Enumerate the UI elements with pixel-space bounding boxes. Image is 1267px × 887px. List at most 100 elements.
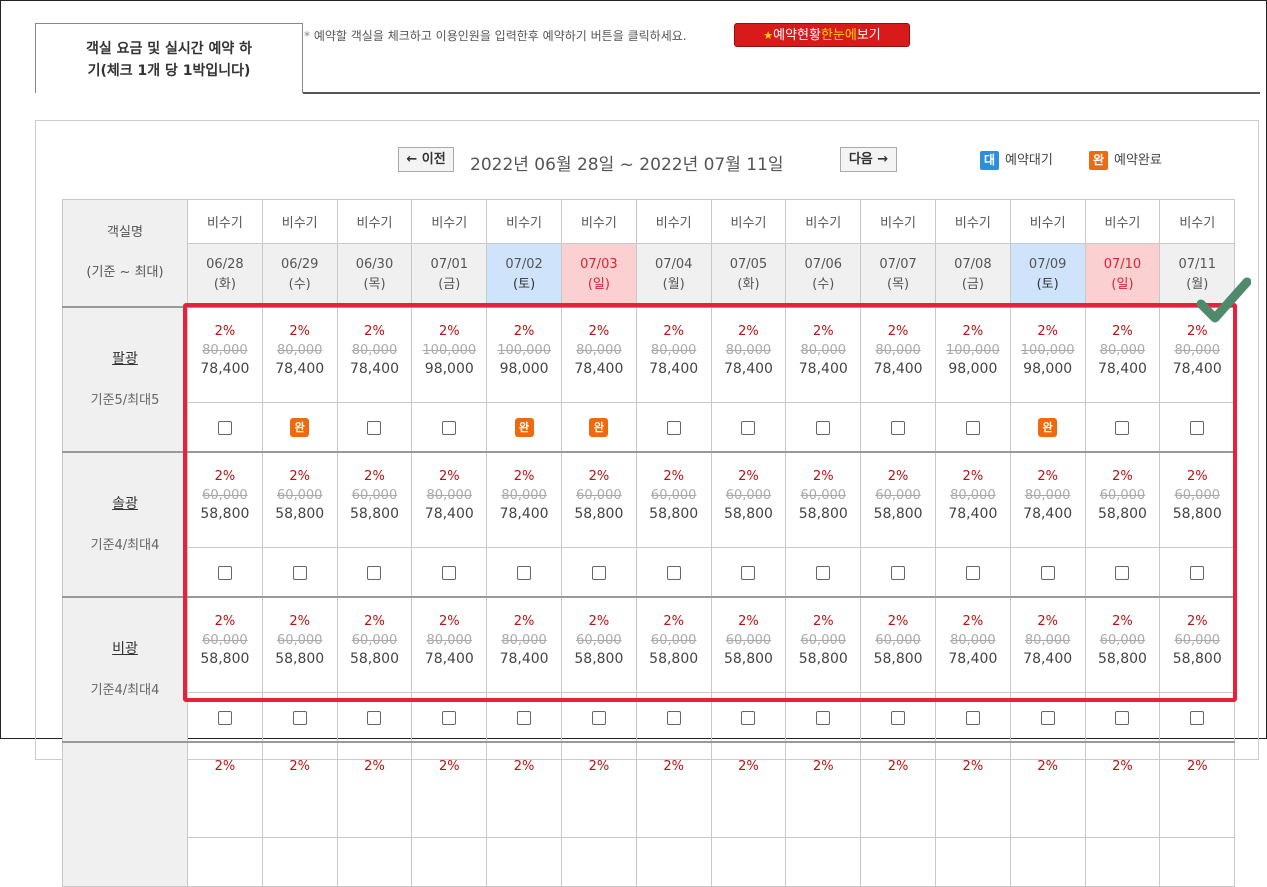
room-checkbox[interactable] [891, 421, 906, 435]
price-cell: 2% 60,000 58,800 [336, 596, 413, 693]
prev-button[interactable]: ← 이전 [398, 147, 454, 172]
next-button[interactable]: 다음 → [840, 147, 897, 172]
date-header-cell: 07/05 (화) [710, 243, 787, 308]
season-cell: 비수기 [187, 199, 263, 244]
select-cell [635, 402, 712, 453]
discounted-price: 58,800 [574, 651, 624, 667]
room-capacity: 기준4/최대4 [90, 682, 160, 698]
discounted-price: 98,000 [948, 361, 998, 377]
price-cell: 2% 60,000 58,800 [860, 451, 936, 548]
room-checkbox[interactable] [741, 711, 756, 725]
price-cell: 2% 60,000 58,800 [635, 596, 712, 693]
view-status-button[interactable]: ★예약현황한눈에보기 [734, 23, 910, 47]
discounted-price: 78,400 [798, 361, 848, 377]
discount-rate: 2% [214, 759, 236, 774]
room-checkbox[interactable] [1190, 711, 1205, 725]
room-checkbox[interactable] [517, 566, 532, 580]
price-cell: 2% [336, 741, 413, 838]
room-checkbox[interactable] [816, 421, 831, 435]
tab-underline [303, 92, 1260, 94]
room-checkbox[interactable] [517, 711, 532, 725]
room-checkbox[interactable] [1040, 711, 1055, 725]
room-checkbox[interactable] [891, 566, 906, 580]
room-checkbox[interactable] [666, 711, 681, 725]
discounted-price: 58,800 [649, 651, 699, 667]
room-checkbox[interactable] [741, 421, 756, 435]
select-cell [635, 547, 712, 598]
room-checkbox[interactable] [292, 711, 307, 725]
select-cell [560, 547, 637, 598]
price-cell: 2% 60,000 58,800 [560, 451, 637, 548]
room-checkbox[interactable] [367, 711, 382, 725]
room-checkbox[interactable] [217, 566, 232, 580]
select-cell [187, 402, 263, 453]
original-price: 100,000 [945, 343, 1000, 358]
room-checkbox[interactable] [816, 711, 831, 725]
select-cell [187, 837, 263, 887]
room-checkbox[interactable] [816, 566, 831, 580]
discount-rate: 2% [1037, 324, 1058, 339]
discounted-price: 78,400 [1023, 651, 1073, 667]
room-checkbox[interactable] [591, 566, 606, 580]
season-cell: 비수기 [1159, 199, 1236, 244]
discounted-price: 58,800 [798, 651, 848, 667]
room-checkbox[interactable] [217, 421, 232, 435]
room-checkbox[interactable] [1190, 566, 1205, 580]
room-checkbox[interactable] [442, 711, 457, 725]
notice-text: 예약할 객실을 체크하고 이용인원을 입력한후 예약하기 버튼을 클릭하세요. [313, 29, 687, 43]
room-checkbox[interactable] [965, 566, 980, 580]
select-cell [411, 692, 488, 743]
discount-rate: 2% [812, 324, 834, 339]
room-checkbox[interactable] [442, 566, 457, 580]
room-name-link[interactable]: 솔광 [63, 483, 187, 525]
original-price: 60,000 [202, 488, 248, 503]
room-checkbox[interactable] [965, 711, 980, 725]
room-checkbox[interactable] [666, 421, 681, 435]
price-cell: 2% 100,000 98,000 [411, 306, 488, 403]
discounted-price: 98,000 [499, 361, 549, 377]
discounted-price: 58,800 [649, 506, 699, 522]
room-checkbox[interactable] [1115, 566, 1130, 580]
view-status-part3: 보기 [856, 28, 881, 43]
select-cell [934, 692, 1011, 743]
price-cell: 2% 100,000 98,000 [486, 306, 562, 403]
room-checkbox[interactable] [891, 711, 906, 725]
date-header-cell: 07/08 (금) [934, 243, 1011, 308]
original-price: 80,000 [276, 343, 323, 358]
select-cell [934, 402, 1011, 453]
original-price: 60,000 [351, 488, 398, 503]
room-checkbox[interactable] [1115, 421, 1130, 435]
discount-rate: 2% [364, 324, 385, 339]
room-checkbox[interactable] [367, 421, 382, 435]
date-label: 07/07 [879, 257, 917, 272]
original-price: 80,000 [800, 343, 847, 358]
date-header-cell: 06/29 (수) [261, 243, 338, 308]
room-checkbox[interactable] [741, 566, 756, 580]
select-cell [1084, 837, 1161, 887]
room-checkbox[interactable] [591, 711, 606, 725]
room-checkbox[interactable] [666, 566, 681, 580]
date-label: 07/01 [430, 257, 469, 272]
room-checkbox[interactable] [292, 566, 307, 580]
original-price: 60,000 [650, 633, 697, 648]
discount-rate: 2% [663, 614, 684, 629]
select-cell [486, 547, 562, 598]
room-checkbox[interactable] [442, 421, 457, 435]
room-name-link[interactable]: 팔광 [63, 338, 187, 380]
room-checkbox[interactable] [1040, 566, 1055, 580]
reservation-notice: * 예약할 객실을 체크하고 이용인원을 입력한후 예약하기 버튼을 클릭하세요… [304, 27, 687, 44]
original-price: 80,000 [426, 633, 473, 648]
discount-rate: 2% [1037, 759, 1058, 774]
room-name-link[interactable]: 비광 [63, 628, 187, 670]
room-checkbox[interactable] [965, 421, 980, 435]
tab-room-rates[interactable]: 객실 요금 및 실시간 예약 하 기(체크 1개 당 1박입니다) [35, 23, 303, 93]
room-checkbox[interactable] [367, 566, 382, 580]
room-checkbox[interactable] [217, 711, 232, 725]
discount-rate: 2% [1112, 324, 1133, 339]
date-header-cell: 07/02 (토) [486, 243, 562, 308]
weekday-label: (수) [288, 277, 311, 292]
room-checkbox[interactable] [1115, 711, 1130, 725]
room-checkbox[interactable] [1190, 421, 1205, 435]
discount-rate: 2% [588, 759, 610, 774]
discounted-price: 78,400 [424, 651, 474, 667]
